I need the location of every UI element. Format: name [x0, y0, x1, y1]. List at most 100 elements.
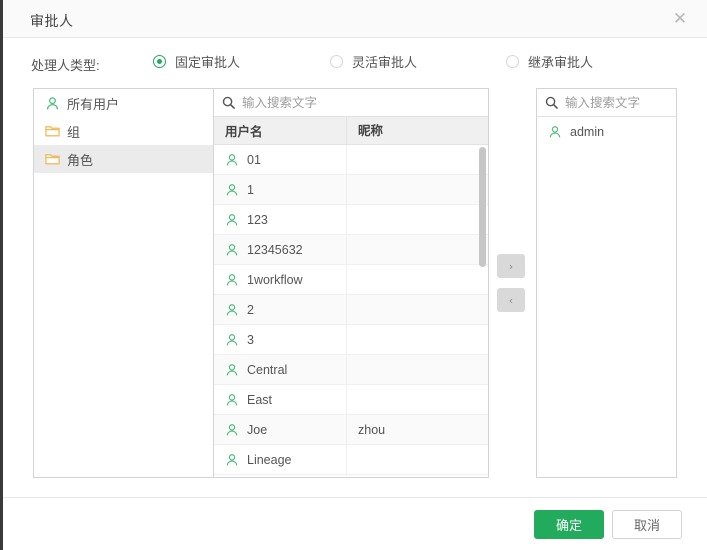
cell-username: 1workflow — [214, 265, 346, 295]
radio-indicator-checked — [153, 55, 166, 68]
radio-fixed-approver[interactable]: 固定审批人 — [153, 52, 240, 71]
username-text: 123 — [247, 212, 268, 227]
search-icon — [545, 96, 558, 109]
cell-username: Joe — [214, 415, 346, 445]
user-icon — [225, 213, 239, 227]
username-text: 1 — [247, 182, 254, 197]
cell-nickname — [346, 264, 488, 295]
approver-dialog: 审批人 ✕ 处理人类型: 固定审批人 灵活审批人 继承审批人 所有用户 组 角色… — [0, 0, 707, 550]
tree-item-label: 角色 — [67, 152, 94, 168]
table-row[interactable]: 3 — [214, 324, 488, 355]
source-table-header: 用户名 昵称 — [214, 116, 488, 145]
table-row[interactable]: 123 — [214, 204, 488, 235]
folder-icon — [45, 124, 65, 138]
chevron-left-icon: ‹ — [508, 293, 514, 307]
username-text: 1workflow — [247, 272, 303, 287]
user-icon — [225, 243, 239, 257]
username-text: admin — [570, 125, 605, 139]
list-item[interactable]: admin — [537, 119, 676, 145]
cell-username: Lineage — [214, 445, 346, 475]
radio-label-inherited: 继承审批人 — [528, 55, 594, 70]
user-icon — [225, 363, 239, 377]
radio-indicator-unchecked — [330, 55, 343, 68]
target-search-input[interactable] — [565, 95, 668, 110]
user-icon — [225, 423, 239, 437]
user-icon — [225, 453, 239, 467]
username-text: Joe — [247, 422, 268, 437]
table-row[interactable]: 1workflow — [214, 264, 488, 295]
radio-label-flexible: 灵活审批人 — [352, 55, 418, 70]
cell-username: 12345632 — [214, 235, 346, 265]
table-row[interactable]: 01 — [214, 145, 488, 175]
tree-item-label: 组 — [67, 124, 81, 140]
table-row[interactable]: 12345632 — [214, 234, 488, 265]
cell-username: 01 — [214, 145, 346, 175]
table-row[interactable]: Central — [214, 354, 488, 385]
source-search-input[interactable] — [242, 95, 480, 110]
cell-nickname — [346, 354, 488, 385]
radio-inherited-approver[interactable]: 继承审批人 — [506, 52, 593, 71]
cell-nickname — [346, 324, 488, 355]
move-to-source-button[interactable]: ‹ — [497, 288, 525, 312]
move-to-target-button[interactable]: › — [497, 254, 525, 278]
tree-item-group[interactable]: 组 — [34, 117, 213, 145]
tree-item-role[interactable]: 角色 — [34, 145, 213, 173]
cell-nickname — [346, 174, 488, 205]
search-icon — [222, 96, 235, 109]
folder-icon — [45, 152, 65, 166]
username-text: 3 — [247, 332, 254, 347]
username-text: Central — [247, 362, 288, 377]
handler-type-label: 处理人类型: — [31, 58, 100, 73]
source-table-body: 01 1 123 12345632 1workflow 2 3 Central East Joe z… — [214, 145, 488, 477]
radio-indicator-unchecked — [506, 55, 519, 68]
tree-item-label: 所有用户 — [67, 96, 120, 112]
username-text: 01 — [247, 152, 261, 167]
target-panel: admin — [536, 88, 677, 478]
cell-username: 3 — [214, 325, 346, 355]
target-list: admin — [537, 117, 676, 145]
handler-type-row: 处理人类型: 固定审批人 灵活审批人 继承审批人 — [3, 38, 707, 88]
user-icon — [225, 183, 239, 197]
user-icon — [548, 125, 562, 139]
user-icon — [225, 303, 239, 317]
radio-flexible-approver[interactable]: 灵活审批人 — [330, 52, 417, 71]
cell-username: East — [214, 385, 346, 415]
cell-nickname — [346, 384, 488, 415]
chevron-right-icon: › — [508, 259, 514, 273]
user-icon — [225, 153, 239, 167]
dialog-title: 审批人 — [30, 13, 74, 29]
dialog-titlebar: 审批人 ✕ — [3, 0, 707, 38]
table-row[interactable]: East — [214, 384, 488, 415]
user-icon — [225, 393, 239, 407]
user-icon — [225, 273, 239, 287]
source-search-box — [214, 89, 488, 117]
cell-nickname — [346, 204, 488, 235]
cell-nickname — [346, 234, 488, 265]
table-row[interactable]: Joe zhou — [214, 414, 488, 445]
table-row[interactable]: 1 — [214, 174, 488, 205]
column-header-username: 用户名 — [225, 125, 263, 139]
radio-label-fixed: 固定审批人 — [175, 55, 241, 70]
column-header-nickname: 昵称 — [346, 116, 488, 145]
cell-username: 1 — [214, 175, 346, 205]
cancel-button[interactable]: 取消 — [612, 510, 682, 539]
table-row[interactable]: Lineage — [214, 444, 488, 475]
cell-nickname — [346, 444, 488, 475]
table-row[interactable]: 2 — [214, 294, 488, 325]
user-icon — [45, 96, 65, 111]
cell-nickname — [346, 294, 488, 325]
user-icon — [225, 333, 239, 347]
username-text: Lineage — [247, 452, 292, 467]
close-icon[interactable]: ✕ — [670, 10, 690, 30]
tree-item-all-users[interactable]: 所有用户 — [34, 89, 213, 117]
cell-username: Central — [214, 355, 346, 385]
cell-nickname — [346, 145, 488, 175]
cell-username: 2 — [214, 295, 346, 325]
confirm-button[interactable]: 确定 — [534, 510, 604, 539]
username-text: East — [247, 392, 273, 407]
source-panel: 用户名 昵称 01 1 123 12345632 1workflow 2 3 Central E… — [214, 88, 489, 478]
cell-username: 123 — [214, 205, 346, 235]
username-text: 2 — [247, 302, 254, 317]
source-table-scrollbar[interactable] — [479, 147, 486, 267]
dialog-footer: 确定 取消 — [3, 497, 707, 550]
